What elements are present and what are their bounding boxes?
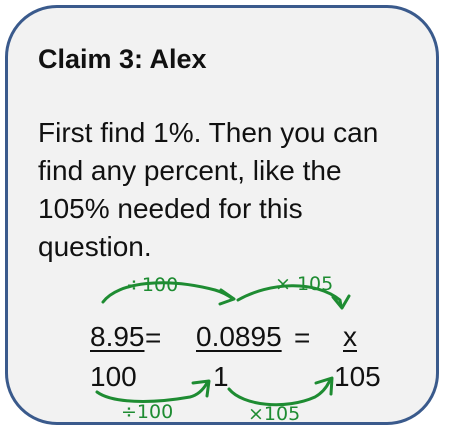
label-divide-100-top: ÷100: [126, 274, 178, 296]
arrow-divide-100-bottom: [95, 381, 209, 403]
arrowhead-divide-100-top: [218, 288, 236, 306]
annotation-layer: ÷100 × 105 ÷100 ×105: [95, 273, 351, 425]
label-divide-100-bottom: ÷100: [121, 401, 173, 423]
label-times-105-top: × 105: [275, 273, 333, 295]
label-times-105-bottom: ×105: [248, 403, 300, 425]
